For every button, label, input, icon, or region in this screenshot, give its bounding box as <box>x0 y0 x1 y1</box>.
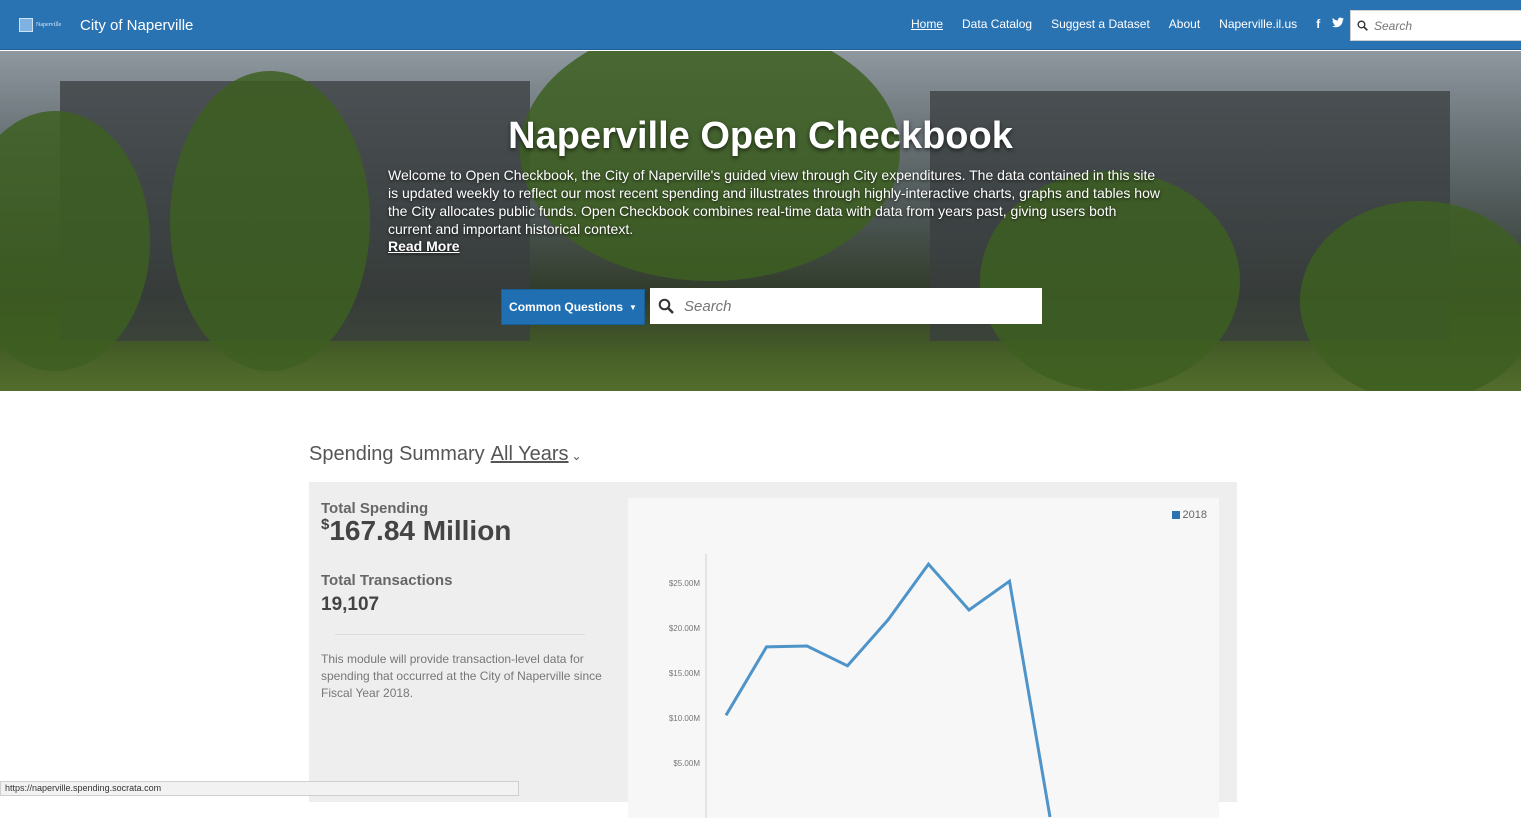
data-point[interactable] <box>923 558 935 570</box>
module-description: This module will provide transaction-lev… <box>321 652 602 700</box>
hero-search-input[interactable] <box>684 297 1024 315</box>
spending-summary-title: Spending Summary <box>309 443 485 465</box>
data-point[interactable] <box>761 641 773 653</box>
read-more-link[interactable]: Read More <box>388 238 460 254</box>
y-tick-label: $20.00M <box>669 624 700 633</box>
nav-suggest-dataset[interactable]: Suggest a Dataset <box>1051 17 1150 31</box>
common-questions-button[interactable]: Common Questions ▼ <box>501 289 645 325</box>
search-icon <box>1357 20 1368 31</box>
logo-text: Naperville <box>36 22 62 28</box>
nav-home[interactable]: Home <box>911 17 943 31</box>
data-point[interactable] <box>801 640 813 652</box>
hero-title: Naperville Open Checkbook <box>508 115 1013 157</box>
total-spending-value: $167.84 Million <box>321 515 511 547</box>
spending-line-chart: 2018 $5.00M $10.00M $15.00M $20.00M $25.00M <box>628 498 1219 818</box>
y-tick-label: $5.00M <box>673 759 700 768</box>
facebook-icon[interactable]: f <box>1316 17 1320 31</box>
hero-banner: Naperville Open Checkbook Welcome to Ope… <box>0 51 1521 391</box>
brand-name: City of Naperville <box>80 16 194 34</box>
twitter-icon[interactable] <box>1332 17 1345 31</box>
data-point[interactable] <box>882 614 894 626</box>
hero-description: Welcome to Open Checkbook, the City of N… <box>388 167 1160 237</box>
header-search-box[interactable] <box>1350 10 1521 41</box>
divider <box>335 634 585 635</box>
header-search-input[interactable] <box>1374 18 1514 33</box>
brand-link[interactable]: Naperville City of Naperville <box>19 15 193 35</box>
city-logo: Naperville <box>19 15 74 35</box>
total-spending-amount: 167.84 Million <box>329 515 512 546</box>
hero-search-box[interactable] <box>650 288 1042 324</box>
y-tick-label: $15.00M <box>669 669 700 678</box>
y-tick-label: $10.00M <box>669 714 700 723</box>
y-tick-label: $25.00M <box>669 579 700 588</box>
data-point[interactable] <box>842 660 854 672</box>
data-point[interactable] <box>1004 575 1016 587</box>
total-transactions-value: 19,107 <box>321 594 380 615</box>
main-nav: Home Data Catalog Suggest a Dataset Abou… <box>911 17 1356 31</box>
nav-naperville-site[interactable]: Naperville.il.us <box>1219 17 1297 31</box>
data-point[interactable] <box>720 709 732 721</box>
spending-summary-heading: Spending Summary All Years ⌄ <box>309 443 582 466</box>
common-questions-label: Common Questions <box>509 300 624 314</box>
spending-summary-panel: Total Spending $167.84 Million Total Tra… <box>309 482 1237 818</box>
caret-down-icon: ▼ <box>629 302 637 312</box>
top-navigation-bar: Naperville City of Naperville Home Data … <box>0 0 1521 50</box>
data-point[interactable] <box>1044 811 1056 818</box>
series-line-2018[interactable] <box>724 561 1052 818</box>
logo-mark-icon <box>19 18 33 32</box>
nav-data-catalog[interactable]: Data Catalog <box>962 17 1032 31</box>
year-filter-dropdown[interactable]: All Years <box>491 443 569 465</box>
data-point[interactable] <box>963 604 975 616</box>
total-transactions-label: Total Transactions <box>321 572 453 589</box>
chart-canvas: $5.00M $10.00M $15.00M $20.00M $25.00M <box>669 554 1056 818</box>
search-icon <box>658 298 674 314</box>
chevron-down-icon[interactable]: ⌄ <box>572 449 582 463</box>
nav-about[interactable]: About <box>1169 17 1200 31</box>
